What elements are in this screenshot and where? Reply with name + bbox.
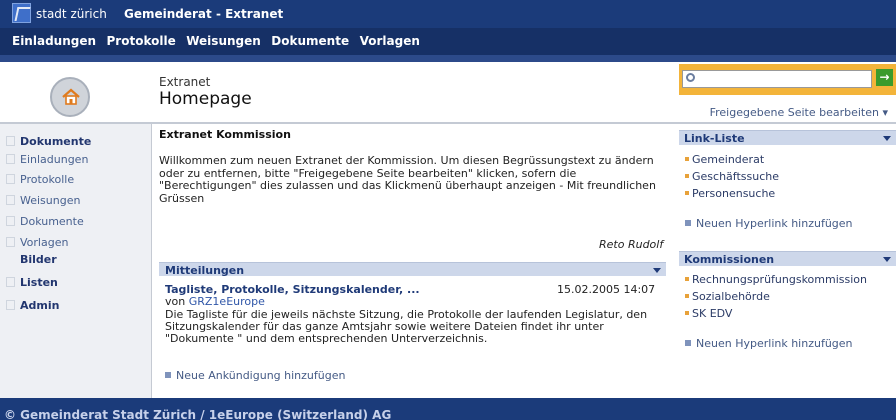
sidebar-item-listen[interactable]: Listen bbox=[20, 276, 58, 289]
bullet-icon bbox=[685, 174, 689, 178]
page-icon bbox=[6, 216, 15, 226]
search-icon bbox=[686, 73, 695, 82]
link-liste-header: Link-Liste bbox=[679, 130, 896, 145]
nav-vorlagen[interactable]: Vorlagen bbox=[360, 34, 420, 48]
link-label: Gemeinderat bbox=[692, 153, 765, 166]
announcement-author[interactable]: GRZ1eEurope bbox=[189, 295, 265, 308]
mitteilungen-title: Mitteilungen bbox=[165, 264, 245, 277]
page-icon bbox=[6, 136, 15, 146]
bullet-icon bbox=[685, 157, 689, 161]
add-announcement-link[interactable]: Neue Ankündigung hinzufügen bbox=[165, 369, 345, 382]
nav-dokumente[interactable]: Dokumente bbox=[271, 34, 349, 48]
bullet-icon bbox=[685, 277, 689, 281]
link-item[interactable]: Geschäftssuche bbox=[685, 170, 779, 183]
home-button[interactable] bbox=[50, 77, 90, 117]
bullet-square-icon bbox=[685, 220, 691, 226]
nav-einladungen[interactable]: Einladungen bbox=[12, 34, 96, 48]
app-title: Gemeinderat - Extranet bbox=[124, 7, 284, 21]
kommission-label: Sozialbehörde bbox=[692, 290, 770, 303]
home-icon bbox=[62, 88, 80, 105]
link-item[interactable]: Gemeinderat bbox=[685, 153, 764, 166]
page-icon bbox=[6, 174, 15, 184]
link-item[interactable]: Personensuche bbox=[685, 187, 775, 200]
sidebar-item-einladungen[interactable]: Einladungen bbox=[20, 153, 88, 166]
add-hyperlink-label: Neuen Hyperlink hinzufügen bbox=[696, 217, 853, 230]
bullet-icon bbox=[685, 311, 689, 315]
bullet-square-icon bbox=[165, 372, 171, 378]
page-icon bbox=[6, 154, 15, 164]
kommission-label: Rechnungsprüfungskommission bbox=[692, 273, 867, 286]
link-label: Geschäftssuche bbox=[692, 170, 779, 183]
kommission-item[interactable]: SK EDV bbox=[685, 307, 732, 320]
add-hyperlink-link[interactable]: Neuen Hyperlink hinzufügen bbox=[685, 217, 853, 230]
kommission-label: SK EDV bbox=[692, 307, 733, 320]
nav-protokolle[interactable]: Protokolle bbox=[107, 34, 176, 48]
welcome-text: Willkommen zum neuen Extranet der Kommis… bbox=[159, 154, 656, 205]
nav-divider bbox=[0, 55, 896, 62]
brand-name: stadt zürich bbox=[36, 7, 107, 21]
kommissionen-header: Kommissionen bbox=[679, 251, 896, 266]
byline-prefix: von bbox=[165, 295, 186, 308]
kommission-item[interactable]: Rechnungsprüfungskommission bbox=[685, 273, 867, 286]
page-title: Homepage bbox=[159, 89, 252, 109]
kommission-item[interactable]: Sozialbehörde bbox=[685, 290, 770, 303]
sidebar-item-admin[interactable]: Admin bbox=[20, 299, 59, 312]
sidebar: Dokumente Einladungen Protokolle Weisung… bbox=[0, 124, 152, 398]
chevron-down-icon[interactable] bbox=[883, 257, 891, 262]
bullet-icon bbox=[685, 191, 689, 195]
announcement-byline: von GRZ1eEurope bbox=[165, 295, 265, 308]
page-icon bbox=[6, 237, 15, 247]
signature: Reto Rudolf bbox=[599, 238, 664, 251]
kommissionen-title: Kommissionen bbox=[684, 253, 775, 266]
breadcrumb[interactable]: Extranet bbox=[159, 75, 210, 89]
announcement-body: Die Tagliste für die jeweils nächste Sit… bbox=[165, 308, 648, 345]
search-input[interactable] bbox=[682, 70, 872, 88]
bullet-icon bbox=[685, 294, 689, 298]
sidebar-item-vorlagen[interactable]: Vorlagen bbox=[20, 236, 68, 249]
chevron-down-icon[interactable] bbox=[653, 268, 661, 273]
search-go-button[interactable]: → bbox=[876, 69, 893, 86]
add-announcement-label: Neue Ankündigung hinzufügen bbox=[176, 369, 346, 382]
mitteilungen-header: Mitteilungen bbox=[159, 262, 666, 277]
page-icon bbox=[6, 300, 15, 310]
announcement-date: 15.02.2005 14:07 bbox=[557, 283, 656, 296]
edit-shared-page-link[interactable]: Freigegebene Seite bearbeiten ▾ bbox=[710, 106, 888, 119]
page-icon bbox=[6, 277, 15, 287]
footer: © Gemeinderat Stadt Zürich / 1eEurope (S… bbox=[0, 398, 896, 420]
sidebar-item-dokumente-sub[interactable]: Dokumente bbox=[20, 215, 84, 228]
top-header: stadt zürich Gemeinderat - Extranet bbox=[0, 0, 896, 28]
city-logo-icon bbox=[12, 3, 31, 23]
nav-weisungen[interactable]: Weisungen bbox=[186, 34, 261, 48]
sidebar-item-weisungen[interactable]: Weisungen bbox=[20, 194, 80, 207]
content-heading: Extranet Kommission bbox=[159, 128, 291, 141]
footer-text: © Gemeinderat Stadt Zürich / 1eEurope (S… bbox=[4, 408, 392, 420]
sidebar-item-bilder[interactable]: Bilder bbox=[20, 253, 57, 266]
sidebar-item-dokumente[interactable]: Dokumente bbox=[20, 135, 91, 148]
chevron-down-icon[interactable] bbox=[883, 136, 891, 141]
add-hyperlink-link-2[interactable]: Neuen Hyperlink hinzufügen bbox=[685, 337, 853, 350]
sidebar-item-protokolle[interactable]: Protokolle bbox=[20, 173, 74, 186]
bullet-square-icon bbox=[685, 340, 691, 346]
page-icon bbox=[6, 195, 15, 205]
add-hyperlink-label: Neuen Hyperlink hinzufügen bbox=[696, 337, 853, 350]
link-label: Personensuche bbox=[692, 187, 776, 200]
link-liste-title: Link-Liste bbox=[684, 132, 745, 145]
